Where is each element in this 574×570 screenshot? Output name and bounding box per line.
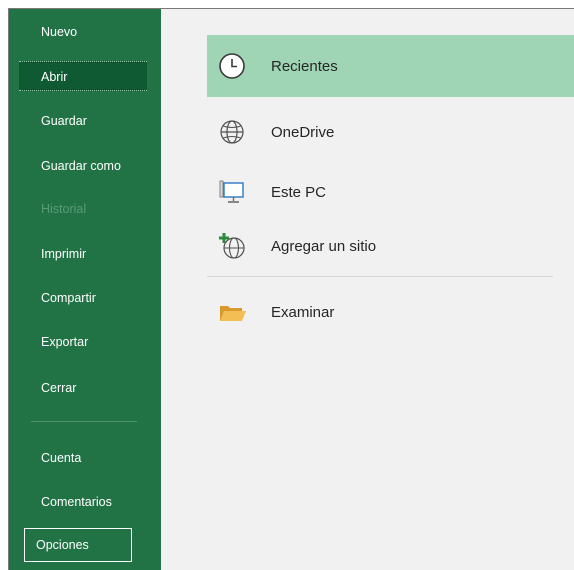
backstage-window: Nuevo Abrir Guardar Guardar como Histori…	[8, 8, 574, 570]
place-agregar-sitio[interactable]: Agregar un sitio	[207, 215, 574, 277]
computer-icon	[219, 180, 244, 203]
place-label: Agregar un sitio	[271, 237, 377, 255]
sidebar-item-opciones[interactable]: Opciones	[24, 528, 132, 562]
backstage-sidebar: Nuevo Abrir Guardar Guardar como Histori…	[9, 9, 161, 570]
open-places-panel: Recientes OneDrive Este PC Agregar un si…	[161, 9, 574, 570]
sidebar-item-abrir[interactable]: Abrir	[19, 61, 147, 91]
sidebar-item-guardar-como[interactable]: Guardar como	[19, 151, 147, 181]
sidebar-item-cuenta[interactable]: Cuenta	[19, 443, 147, 473]
sidebar-item-imprimir[interactable]: Imprimir	[19, 239, 147, 269]
clock-icon	[219, 53, 245, 79]
sidebar-item-compartir[interactable]: Compartir	[19, 283, 147, 313]
place-label: Este PC	[271, 183, 327, 201]
place-examinar[interactable]: Examinar	[207, 281, 574, 343]
sidebar-item-nuevo[interactable]: Nuevo	[19, 17, 147, 47]
place-este-pc[interactable]: Este PC	[207, 161, 574, 223]
place-label: OneDrive	[271, 123, 335, 141]
places-divider	[207, 276, 553, 277]
sidebar-item-comentarios[interactable]: Comentarios	[19, 487, 147, 517]
sidebar-item-guardar[interactable]: Guardar	[19, 106, 147, 136]
sidebar-divider	[31, 421, 137, 422]
place-recientes[interactable]: Recientes	[207, 35, 574, 97]
sidebar-item-historial: Historial	[41, 202, 87, 216]
folder-icon	[220, 306, 246, 321]
place-onedrive[interactable]: OneDrive	[207, 101, 574, 163]
sidebar-item-cerrar[interactable]: Cerrar	[19, 373, 147, 403]
globe-icon	[220, 120, 244, 144]
place-label: Recientes	[271, 57, 338, 75]
add-place-icon	[219, 233, 245, 259]
place-label: Examinar	[271, 303, 335, 321]
sidebar-item-exportar[interactable]: Exportar	[19, 327, 147, 357]
